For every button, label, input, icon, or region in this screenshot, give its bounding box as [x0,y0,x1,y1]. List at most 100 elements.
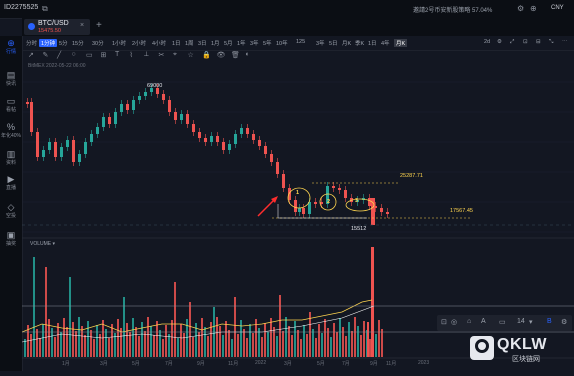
copy-icon[interactable]: ⧉ [42,4,48,14]
volume-bar [231,339,233,357]
timeframe-13[interactable]: 1年 [237,39,246,47]
float-tool-2[interactable]: ⌂ [467,318,471,325]
volume-bar [228,330,230,357]
toolbar-right-icon-2[interactable]: ⤢ [510,39,514,46]
toolbar-right-icon-4[interactable]: ⊟ [536,39,541,45]
volume-bar [204,327,206,357]
timeframe-19[interactable]: 5日 [329,39,338,47]
sidebar-item-1[interactable]: ▤ 快讯 [0,70,22,87]
timeframe-23[interactable]: 4年 [381,39,390,47]
tab-btc-usd[interactable]: BTC/USD 15475.50 × [24,19,90,35]
toolbar-right-icon-3[interactable]: ⊡ [523,39,528,45]
draw-tool-icon-10[interactable]: ⌖ [173,51,177,59]
settings-icon[interactable]: ⚙ [517,4,524,13]
floating-toolbar: ⊡ ◎ ⌂ A ▭ 14 ▾ B ⚙ [437,315,572,331]
draw-tool-icon-0[interactable]: ↗ [28,51,34,59]
sidebar-item-3[interactable]: % 年化40% [0,122,22,139]
timeframe-21[interactable]: 季K [355,39,364,47]
draw-tool-icon-3[interactable]: ○ [72,51,76,58]
draw-tool-icon-14[interactable]: 🗑 [231,51,240,59]
globe-icon[interactable]: ⊕ [530,4,537,13]
float-tool-8[interactable]: ⚙ [561,318,567,326]
timeframe-9[interactable]: 1周 [185,39,194,47]
float-tool-1[interactable]: ◎ [451,318,457,326]
volume-bar [84,335,86,357]
timeframe-14[interactable]: 3年 [250,39,259,47]
promo-banner[interactable]: 邀請2号币安新股策略 57.04% [413,5,492,14]
timeframe-2[interactable]: 5分 [59,39,68,47]
toolbar-right-icon-6[interactable]: ⋯ [562,39,568,45]
volume-bar [273,327,275,357]
draw-tool-icon-1[interactable]: ✎ [43,51,49,59]
timeframe-18[interactable]: 3年 [316,39,325,47]
sidebar-item-2[interactable]: ▭ 看帖 [0,96,22,113]
candle [314,202,317,204]
float-tool-0[interactable]: ⊡ [441,318,447,326]
timeframe-17[interactable]: 125 [296,39,305,45]
timeframe-24[interactable]: 月K [394,39,408,47]
draw-tool-icon-11[interactable]: ☆ [188,51,194,59]
draw-tool-icon-4[interactable]: ▭ [86,51,93,59]
timeframe-10[interactable]: 3日 [198,39,207,47]
volume-bar [371,247,374,357]
timeframe-8[interactable]: 1日 [172,39,181,47]
draw-tool-icon-8[interactable]: ⟂ [144,51,149,59]
sidebar-item-0[interactable]: ⊕ 行情 [0,38,22,55]
timeframe-5[interactable]: 1小时 [112,39,126,47]
volume-bar [351,331,353,357]
close-tab-icon[interactable]: × [80,22,84,29]
volume-bar [367,322,369,357]
float-tool-4[interactable]: ▭ [499,318,506,326]
candle [174,112,177,120]
volume-bar [327,328,329,357]
user-id[interactable]: ID2275525 [4,4,38,11]
watermark: QKLW 区块链网 [470,336,570,366]
float-tool-7[interactable]: B [547,318,552,325]
float-tool-3[interactable]: A [481,318,486,325]
sidebar-item-7[interactable]: ▣ 抽奖 [0,230,22,247]
toolbar-right-icon-0[interactable]: 2d [484,39,490,45]
toolbar-right-icon-5[interactable]: ⤡ [549,39,553,46]
sidebar-item-4[interactable]: ▥ 资料 [0,149,22,166]
draw-tool-icon-12[interactable]: 🔒 [202,51,211,59]
timeframe-22[interactable]: 1日 [368,39,377,47]
timeframe-0[interactable]: 分时 [26,39,37,47]
timeframe-3[interactable]: 15分 [72,39,84,47]
candle [234,134,237,144]
timeframe-16[interactable]: 10年 [276,39,288,47]
float-tool-6[interactable]: ▾ [529,318,533,326]
volume-bar [51,328,53,357]
draw-tool-icon-7[interactable]: ⌇ [130,51,133,59]
volume-title[interactable]: VOLUME ▾ [30,241,55,247]
timeframe-7[interactable]: 4小时 [152,39,166,47]
float-tool-5[interactable]: 14 [517,318,525,325]
timeframe-6[interactable]: 2小时 [132,39,146,47]
draw-tool-icon-2[interactable]: ╱ [57,51,61,59]
draw-tool-icon-5[interactable]: ⊞ [101,51,107,59]
candle [222,142,225,150]
tab-price: 15475.50 [38,28,61,34]
toolbar-right-icon-1[interactable]: ⚙ [497,39,502,45]
timeframe-20[interactable]: 月K [342,39,351,47]
timeframe-11[interactable]: 1月 [211,39,220,47]
sidebar-item-label: 年化40% [0,133,21,139]
sidebar-item-6[interactable]: ◇ 空投 [0,202,22,219]
draw-tool-icon-9[interactable]: ✂ [159,51,165,59]
volume-bar [345,336,347,357]
draw-tool-icon-13[interactable]: 👁 [217,51,226,59]
volume-bar [183,333,185,357]
sidebar-item-5[interactable]: ▶ 直播 [0,174,22,191]
volume-bar [48,319,50,357]
draw-tool-icon-15[interactable]: ◐ [246,51,250,58]
timeframe-12[interactable]: 5月 [224,39,233,47]
add-tab-button[interactable]: + [96,20,102,31]
currency-selector[interactable]: CNY [551,5,564,11]
volume-bar [324,319,326,357]
candle [114,112,117,124]
timeframe-4[interactable]: 30分 [92,39,104,47]
volume-bar [321,333,323,357]
lottery-icon: ▣ [6,230,16,240]
timeframe-1[interactable]: 1分钟 [39,39,58,47]
draw-tool-icon-6[interactable]: T [115,51,119,58]
timeframe-15[interactable]: 5年 [263,39,272,47]
